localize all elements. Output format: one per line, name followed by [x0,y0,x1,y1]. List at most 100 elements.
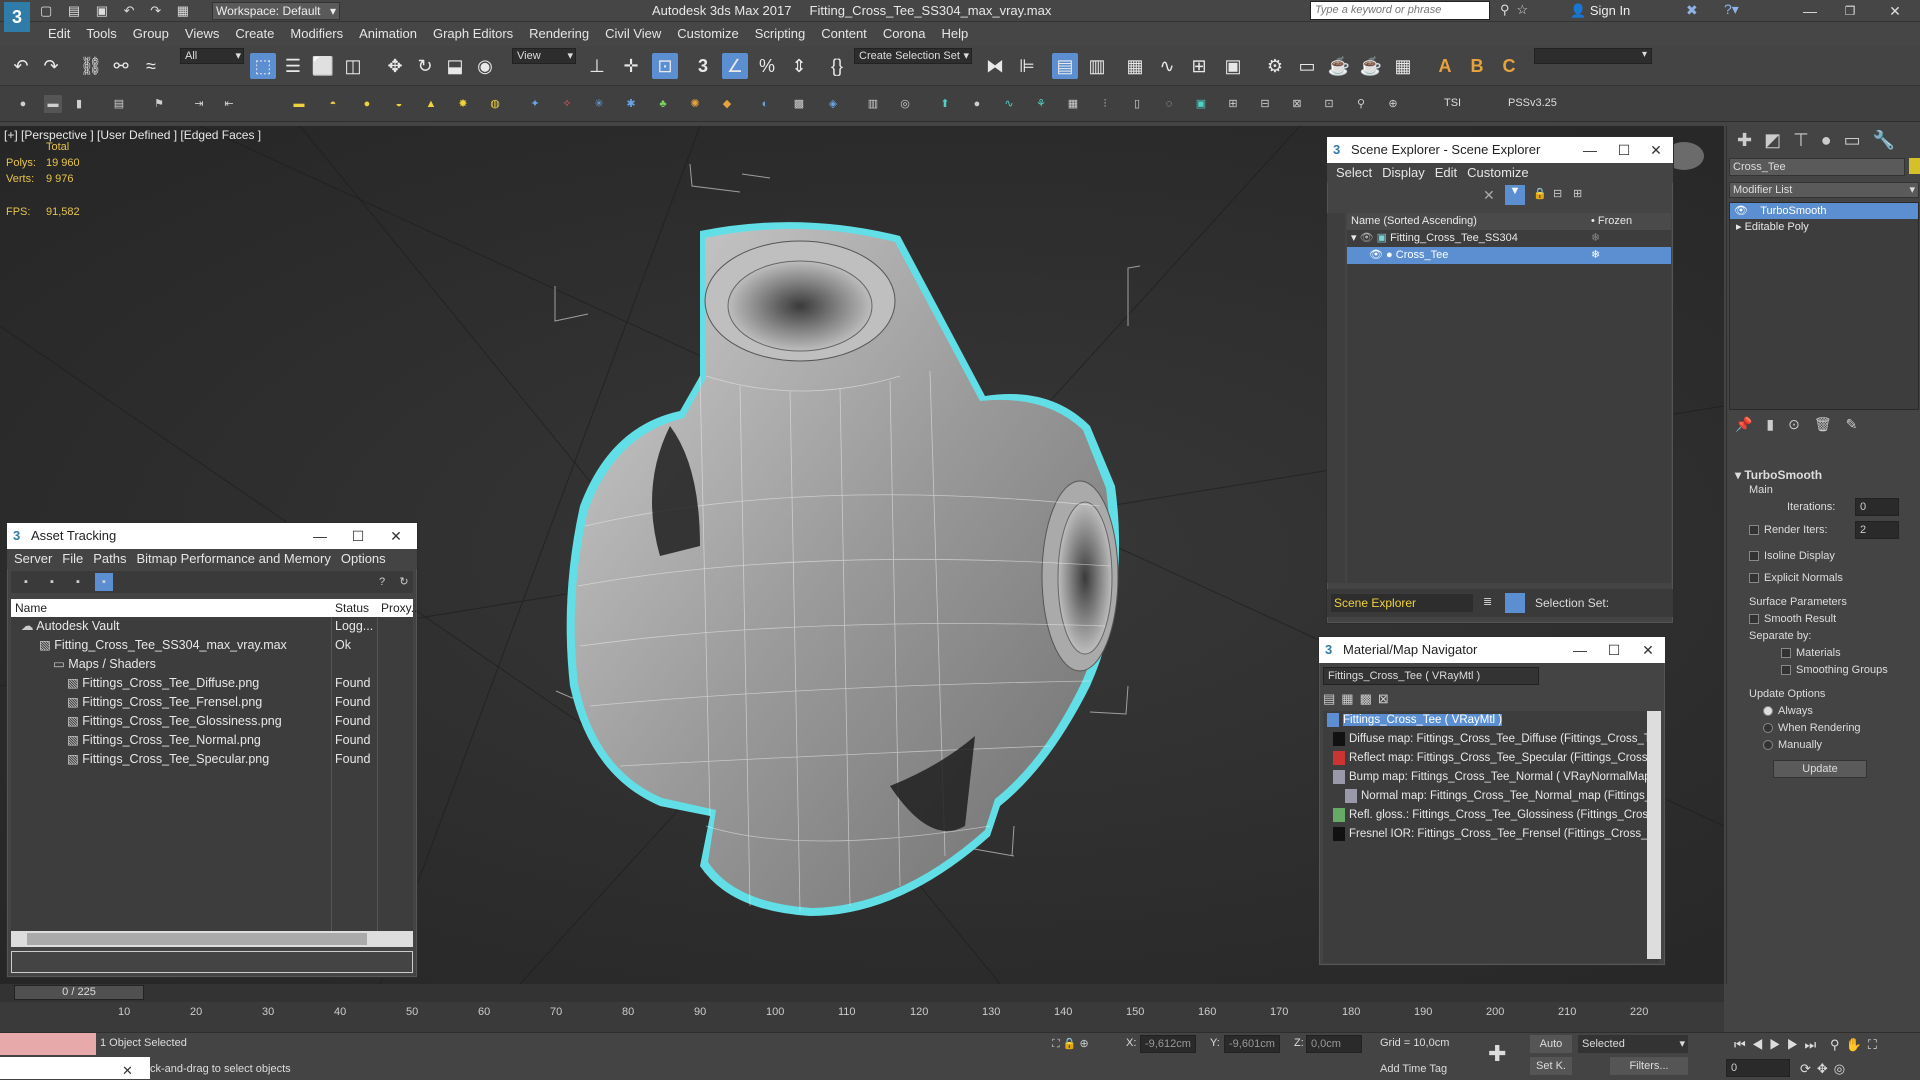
tool-icon[interactable]: ▬ [290,95,308,113]
table-row[interactable]: ▧ Fittings_Cross_Tee_Diffuse.png Found [11,674,413,693]
align-icon[interactable]: ⊫ [1014,53,1040,79]
scene-explorer-search-input[interactable] [1331,187,1491,205]
menu-tools[interactable]: Tools [78,22,124,46]
turbosmooth-rollout-title[interactable]: ▾ TurboSmooth [1735,468,1822,482]
vertical-scrollbar[interactable] [1647,711,1661,959]
vault-icon[interactable]: ▪ [17,573,35,591]
tool-icon[interactable]: ▬ [44,95,62,113]
tool-icon[interactable]: ⊠ [1288,95,1306,113]
text-c-icon[interactable]: C [1496,53,1522,79]
maximize-button[interactable]: ☐ [1609,137,1639,163]
select-manipulate-icon[interactable]: ✛ [618,53,644,79]
scene-explorer-menu-customize[interactable]: Customize [1462,163,1533,183]
tool-icon[interactable]: ◎ [896,95,914,113]
tool-icon[interactable]: ⊡ [1320,95,1338,113]
table-row[interactable]: ☁ Autodesk Vault Logg... [11,617,413,636]
stack-tools-icons[interactable]: 📌▮⊙🗑✎ [1735,416,1871,433]
material-tree-item[interactable]: Bump map: Fittings_Cross_Tee_Normal ( VR… [1323,768,1659,787]
material-view-icons[interactable]: ▤▦▩⊠ [1323,691,1395,709]
filter-icon[interactable]: ▼ [1505,185,1525,205]
tool-icon[interactable]: ♣ [654,95,672,113]
infocenter-icons[interactable]: ⚲☆ [1500,2,1535,18]
asset-tracking-menu-paths[interactable]: Paths [88,549,131,569]
table-row[interactable]: ▧ Fitting_Cross_Tee_SS304_max_vray.max Ok [11,636,413,655]
tree-row[interactable]: ▾ 👁 ▣ Fitting_Cross_Tee_SS304 ❄ [1347,230,1671,247]
hierarchy-icon[interactable]: ⊟ [1553,187,1562,200]
col-status[interactable]: Status [335,599,369,617]
tool-icon[interactable]: ⊟ [1256,95,1274,113]
explicit-normals-checkbox[interactable]: Explicit Normals [1749,572,1843,584]
cross-tee-model[interactable] [566,222,1120,917]
scene-explorer-toggle-icon[interactable]: ▤ [1052,53,1078,79]
render-grid-icon[interactable]: ▦ [1390,53,1416,79]
auto-key-button[interactable]: Auto [1530,1035,1572,1053]
layers-icon[interactable]: ≣ [1483,595,1492,608]
asset-tracking-menu-server[interactable]: Server [9,549,57,569]
pssv-button[interactable]: PSSv3.25 [1508,97,1557,109]
named-selection-dropdown[interactable]: Create Selection Set ▾ [854,48,972,64]
z-coord-field[interactable]: 0,0cm [1306,1035,1362,1053]
tool-icon[interactable]: ▮ [70,95,88,113]
render-iters-checkbox[interactable] [1749,525,1759,536]
tree-header[interactable]: Name (Sorted Ascending) • Frozen [1347,213,1671,230]
menu-edit[interactable]: Edit [40,22,78,46]
col-name[interactable]: Name [11,601,47,615]
tool-icon[interactable]: ● [358,95,376,113]
track-bar[interactable]: 10 20 30 40 50 60 70 80 90 100 110 120 130 140 150 160 1… [0,1002,1724,1032]
scene-explorer-menu-select[interactable]: Select [1331,163,1377,183]
hierarchy-collapse-icon[interactable]: ⊞ [1573,187,1582,200]
playback-controls[interactable]: ⏮◀▶▶⏭ [1734,1037,1822,1053]
link-icon[interactable]: ⛓ [78,53,104,79]
menu-civil-view[interactable]: Civil View [597,22,669,46]
when-rendering-radio[interactable]: When Rendering [1763,722,1861,734]
sign-in-link[interactable]: 👤 Sign In [1570,3,1630,19]
tool-icon[interactable]: ▲ [422,95,440,113]
tool-icon[interactable]: ◆ [718,95,736,113]
current-frame-field[interactable]: 0 [1726,1059,1790,1077]
refresh-icon[interactable]: ↻ [395,573,413,591]
app-logo-icon[interactable]: 3 [4,2,30,32]
clear-search-icon[interactable]: ✕ [1483,187,1495,204]
material-tree-item[interactable]: Fittings_Cross_Tee ( VRayMtl ) [1323,711,1659,730]
curve-editor-icon[interactable]: ∿ [1154,53,1180,79]
layer-explorer-icon[interactable]: ▥ [1084,53,1110,79]
tool-icon[interactable]: ⚲ [1352,95,1370,113]
smoothing-groups-checkbox[interactable]: Smoothing Groups [1781,664,1888,676]
tree-view-icon[interactable]: ▪ [95,573,113,591]
menu-corona[interactable]: Corona [875,22,934,46]
help-icon[interactable]: ? [373,573,391,591]
material-tree-item[interactable]: Normal map: Fittings_Cross_Tee_Normal_ma… [1323,787,1659,806]
scale-icon[interactable]: ⬓ [442,53,468,79]
move-icon[interactable]: ✥ [382,53,408,79]
explorer-name-dropdown[interactable]: Scene Explorer [1331,594,1473,612]
key-mode-dropdown[interactable]: Selected ▾ [1578,1035,1688,1053]
search-input[interactable]: Type a keyword or phrase [1310,1,1490,20]
redo-icon[interactable]: ↷ [38,53,64,79]
render-iters-row[interactable]: Render Iters: [1749,524,1828,536]
window-crossing-icon[interactable]: ◫ [340,53,366,79]
col-proxy[interactable]: Proxy... [381,599,421,617]
tool-icon[interactable]: ▯ [1128,95,1146,113]
isoline-checkbox[interactable]: Isoline Display [1749,550,1835,562]
tool-icon[interactable]: ▣ [1192,95,1210,113]
material-editor-icon[interactable]: ▣ [1220,53,1246,79]
text-a-icon[interactable]: A [1432,53,1458,79]
material-tree-item[interactable]: Fresnel IOR: Fittings_Cross_Tee_Frensel … [1323,825,1659,844]
tool-icon[interactable]: ⇥ [190,95,208,113]
tool-icon[interactable]: ✦ [526,95,544,113]
menu-scripting[interactable]: Scripting [747,22,814,46]
render-production-icon[interactable]: ☕ [1326,53,1352,79]
menu-animation[interactable]: Animation [351,22,425,46]
unlink-icon[interactable]: ⚯ [108,53,134,79]
materials-checkbox[interactable]: Materials [1781,647,1841,659]
isolate-icon[interactable]: ⛶ 🔒 ⊕ [1052,1037,1089,1051]
selection-set-icon[interactable] [1505,593,1525,613]
place-icon[interactable]: ◉ [472,53,498,79]
close-icon[interactable]: ✕ [122,1063,133,1079]
angle-snap-icon[interactable]: ∠ [722,53,748,79]
y-coord-field[interactable]: -9,601cm [1224,1035,1280,1053]
nav-controls[interactable]: ⚲✋⛶ [1830,1037,1883,1053]
material-tree-item[interactable]: Diffuse map: Fittings_Cross_Tee_Diffuse … [1323,730,1659,749]
tool-icon[interactable]: ✧ [558,95,576,113]
tool-icon[interactable]: ◈ [824,95,842,113]
